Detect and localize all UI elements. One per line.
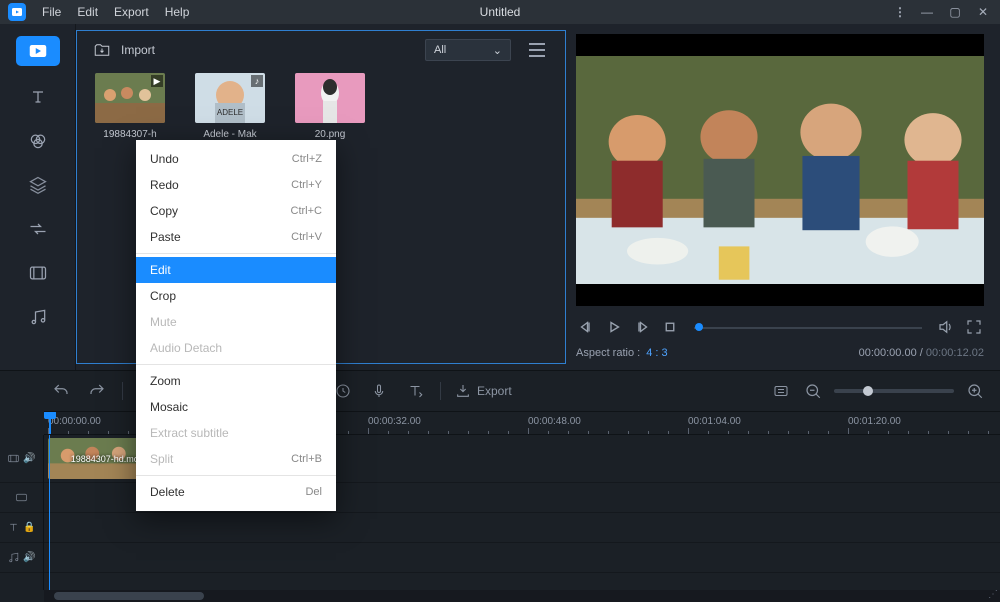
next-frame-button[interactable] [632, 317, 652, 337]
track-label-audio[interactable]: 🔊 [0, 543, 43, 573]
media-filter-value: All [434, 44, 446, 56]
import-label: Import [121, 43, 155, 57]
media-item-label: Adele - Mak [192, 129, 268, 140]
sidebar-media[interactable] [16, 36, 60, 66]
context-item-copy[interactable]: CopyCtrl+C [136, 198, 336, 224]
context-item-paste[interactable]: PasteCtrl+V [136, 224, 336, 250]
preview-controls [576, 312, 984, 342]
ruler-mark: 00:00:00.00 [48, 416, 101, 427]
seek-handle[interactable] [695, 323, 703, 331]
context-item-extract-subtitle: Extract subtitle [136, 420, 336, 446]
ruler-mark: 00:01:20.00 [848, 416, 901, 427]
track-label-text[interactable]: 🔒 [0, 513, 43, 543]
audio-badge-icon: ♪ [251, 75, 263, 87]
left-sidebar [0, 24, 76, 370]
context-item-zoom[interactable]: Zoom [136, 368, 336, 394]
zoom-controls [770, 380, 986, 402]
sidebar-transitions[interactable] [8, 208, 68, 250]
menubar: File Edit Export Help Untitled ⋮ — ▢ ✕ [0, 0, 1000, 24]
window-controls: ⋮ — ▢ ✕ [894, 3, 992, 21]
menu-export[interactable]: Export [106, 5, 157, 19]
zoom-fit-button[interactable] [770, 380, 792, 402]
zoom-out-button[interactable] [802, 380, 824, 402]
media-item-label: 20.png [292, 129, 368, 140]
thumbnail-image [295, 73, 365, 123]
svg-text:ADELE: ADELE [217, 108, 243, 117]
text-tool-button[interactable] [404, 380, 426, 402]
minimize-button[interactable]: — [918, 3, 936, 21]
fullscreen-button[interactable] [964, 317, 984, 337]
export-button[interactable]: Export [455, 383, 512, 399]
sidebar-elements[interactable] [8, 252, 68, 294]
context-item-mute: Mute [136, 309, 336, 335]
resize-grip[interactable]: ⋰ [988, 589, 998, 600]
context-item-split: SplitCtrl+B [136, 446, 336, 472]
media-item-label: 19884307-h [92, 129, 168, 140]
scrollbar-thumb[interactable] [54, 592, 204, 600]
track-label-video[interactable]: 🔊 [0, 435, 43, 483]
zoom-handle[interactable] [863, 386, 873, 396]
preview-viewport [576, 34, 984, 306]
context-menu: UndoCtrl+ZRedoCtrl+YCopyCtrl+CPasteCtrl+… [136, 140, 336, 511]
redo-button[interactable] [86, 380, 108, 402]
preview-meta: Aspect ratio : 4 : 3 00:00:00.00 / 00:00… [576, 342, 984, 364]
context-item-audio-detach: Audio Detach [136, 335, 336, 361]
menu-edit[interactable]: Edit [69, 5, 106, 19]
playhead-line[interactable] [49, 435, 50, 590]
import-button[interactable]: Import [93, 43, 155, 57]
menu-help[interactable]: Help [157, 5, 198, 19]
viewmode-button[interactable] [525, 39, 549, 61]
thumbnail-image: ▶ [95, 73, 165, 123]
sidebar-music[interactable] [8, 296, 68, 338]
zoom-slider[interactable] [834, 389, 954, 393]
ruler-mark: 00:01:04.00 [688, 416, 741, 427]
volume-button[interactable] [936, 317, 956, 337]
app-logo [8, 3, 26, 21]
zoom-in-button[interactable] [964, 380, 986, 402]
preview-panel: Aspect ratio : 4 : 3 00:00:00.00 / 00:00… [566, 24, 1000, 370]
export-label: Export [477, 384, 512, 398]
context-item-crop[interactable]: Crop [136, 283, 336, 309]
context-item-redo[interactable]: RedoCtrl+Y [136, 172, 336, 198]
aspect-ratio-label: Aspect ratio : [576, 347, 640, 359]
window-title: Untitled [480, 5, 521, 19]
context-item-edit[interactable]: Edit [136, 257, 336, 283]
thumbnail-image: ADELE ♪ [195, 73, 265, 123]
context-item-undo[interactable]: UndoCtrl+Z [136, 146, 336, 172]
track-labels: 🔊 🔒 🔊 [0, 435, 44, 590]
more-icon[interactable]: ⋮ [894, 5, 908, 19]
preview-image [576, 56, 984, 284]
sidebar-overlays[interactable] [8, 164, 68, 206]
ruler-mark: 00:00:48.00 [528, 416, 581, 427]
play-button[interactable] [604, 317, 624, 337]
context-item-mosaic[interactable]: Mosaic [136, 394, 336, 420]
prev-frame-button[interactable] [576, 317, 596, 337]
menu-file[interactable]: File [34, 5, 69, 19]
timecode: 00:00:00.00 / 00:00:12.02 [859, 347, 984, 359]
close-button[interactable]: ✕ [974, 3, 992, 21]
track-row-audio[interactable] [44, 543, 1000, 573]
track-row-text[interactable] [44, 513, 1000, 543]
ruler-mark: 00:00:32.00 [368, 416, 421, 427]
voiceover-button[interactable] [368, 380, 390, 402]
preview-seeker[interactable] [694, 325, 922, 329]
media-filter-select[interactable]: All ⌄ [425, 39, 511, 61]
chevron-down-icon: ⌄ [493, 44, 502, 57]
sidebar-text[interactable] [8, 76, 68, 118]
track-label-video2[interactable] [0, 483, 43, 513]
playhead[interactable] [49, 412, 51, 434]
stop-button[interactable] [660, 317, 680, 337]
aspect-ratio-value[interactable]: 4 : 3 [646, 347, 667, 359]
sidebar-filters[interactable] [8, 120, 68, 162]
clip-label: 19884307-hd.mov [71, 454, 144, 464]
timeline-scrollbar[interactable] [44, 590, 1000, 602]
video-badge-icon: ▶ [151, 75, 163, 87]
undo-button[interactable] [50, 380, 72, 402]
maximize-button[interactable]: ▢ [946, 3, 964, 21]
media-toolbar: Import All ⌄ [77, 31, 565, 69]
context-item-delete[interactable]: DeleteDel [136, 479, 336, 505]
